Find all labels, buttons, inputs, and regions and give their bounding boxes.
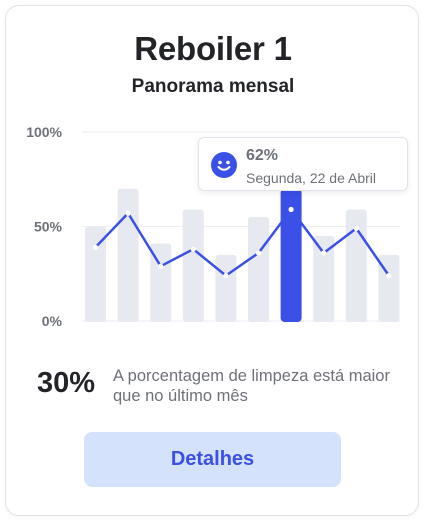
trend-point bbox=[125, 210, 131, 216]
trend-point bbox=[288, 206, 294, 213]
chart-tooltip: 62% Segunda, 22 de Abril bbox=[198, 137, 408, 191]
chart-bar bbox=[215, 254, 237, 322]
smiley-face-icon bbox=[211, 152, 237, 178]
chart-bar bbox=[248, 217, 269, 322]
trend-point bbox=[321, 250, 327, 256]
chart-bar bbox=[117, 188, 139, 322]
tooltip-value: 62% bbox=[246, 147, 279, 164]
trend-point bbox=[190, 246, 196, 252]
details-button[interactable]: Detalhes bbox=[84, 432, 341, 487]
trend-point bbox=[353, 225, 359, 231]
trend-point bbox=[158, 263, 164, 269]
trend-point bbox=[223, 273, 229, 279]
y-tick-label: 100% bbox=[26, 124, 62, 140]
trend-point bbox=[386, 273, 392, 279]
chart-bar bbox=[182, 209, 204, 322]
y-tick-label: 50% bbox=[34, 219, 63, 235]
summary-description: A porcentagem de limpeza está maior que … bbox=[113, 367, 390, 405]
summary-percentage: 30% bbox=[37, 367, 96, 399]
trend-point bbox=[255, 250, 262, 256]
y-tick-label: 0% bbox=[42, 313, 63, 329]
trend-point bbox=[92, 244, 99, 250]
trend-line bbox=[94, 208, 391, 277]
tooltip-date: Segunda, 22 de Abril bbox=[246, 170, 376, 186]
